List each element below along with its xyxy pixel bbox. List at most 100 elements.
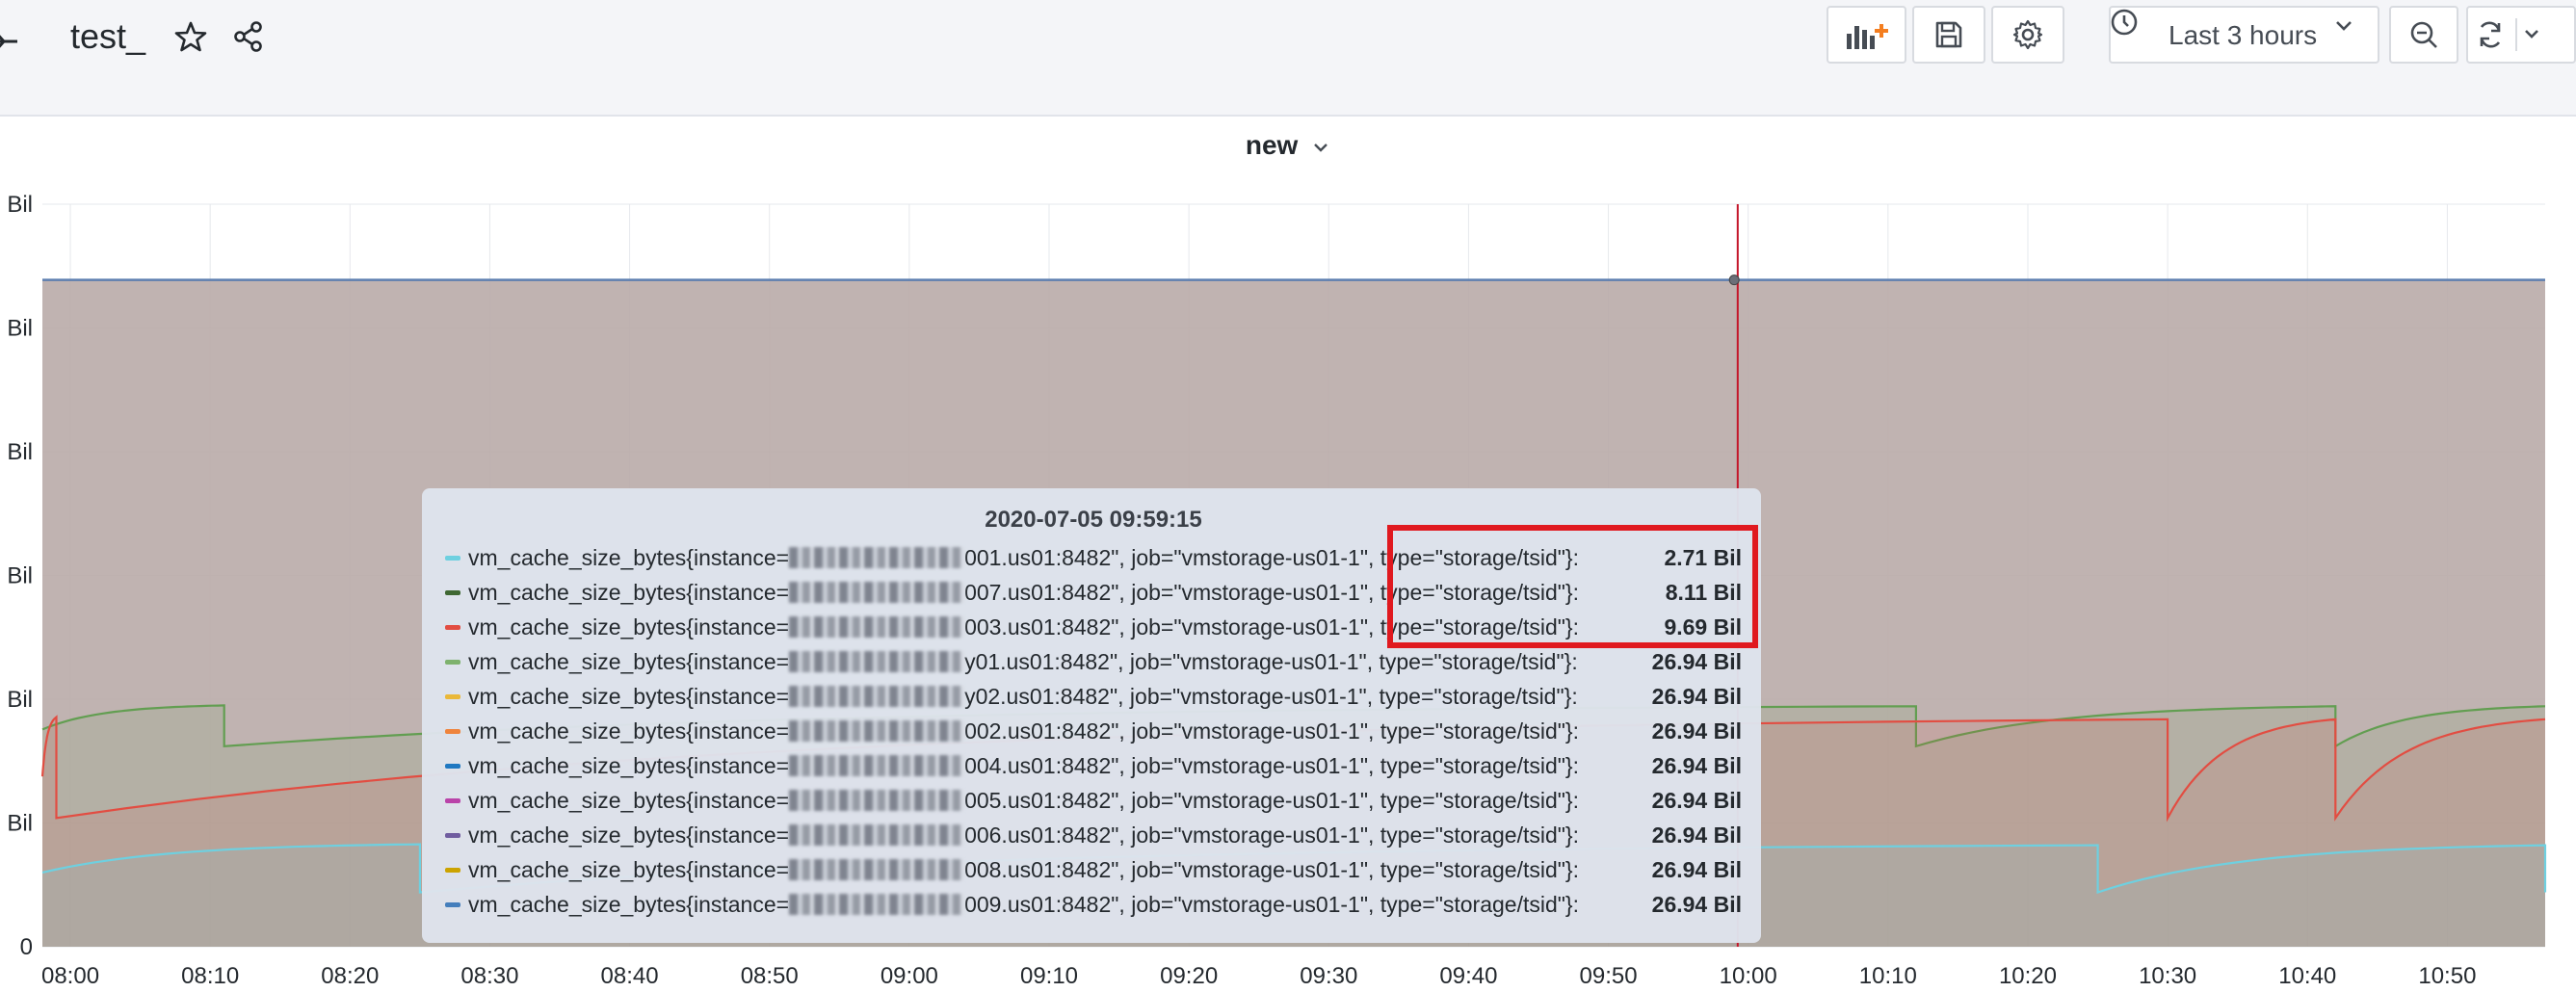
series-color-swatch	[445, 868, 460, 873]
save-dashboard-button[interactable]	[1912, 6, 1985, 64]
cursor-point	[1728, 274, 1740, 286]
time-range-picker[interactable]: Last 3 hours	[2109, 6, 2379, 64]
x-tick-label: 08:20	[321, 963, 379, 989]
series-color-swatch	[445, 694, 460, 699]
series-name-suffix: y01.us01:8482", job="vmstorage-us01-1", …	[964, 649, 1578, 674]
redacted-instance	[789, 823, 965, 846]
tooltip-row: vm_cache_size_bytes{instance= 009.us01:84…	[445, 887, 1742, 922]
series-color-swatch	[445, 902, 460, 907]
refresh-icon	[2480, 18, 2538, 51]
x-tick-label: 10:30	[2139, 963, 2196, 989]
series-name: vm_cache_size_bytes{instance= y02.us01:84…	[468, 679, 1578, 714]
add-panel-button[interactable]	[1827, 6, 1906, 64]
redacted-instance	[789, 546, 965, 568]
series-name-prefix: vm_cache_size_bytes{instance=	[468, 614, 790, 640]
series-name-suffix: 002.us01:8482", job="vmstorage-us01-1", …	[964, 718, 1579, 744]
dashboard-navbar: test_ Last 3 hours	[0, 0, 2576, 117]
x-tick-label: 08:50	[741, 963, 799, 989]
add-panel-icon	[1846, 24, 1888, 49]
series-value: 26.94 Bil	[1651, 649, 1742, 674]
series-name: vm_cache_size_bytes{instance= y01.us01:84…	[468, 644, 1578, 679]
redacted-instance	[789, 581, 965, 603]
y-tick-label: Bil	[7, 687, 33, 713]
series-value: 26.94 Bil	[1651, 718, 1742, 744]
series-name-suffix: 008.us01:8482", job="vmstorage-us01-1", …	[964, 857, 1579, 882]
series-name-suffix: y02.us01:8482", job="vmstorage-us01-1", …	[964, 684, 1578, 709]
share-icon[interactable]	[231, 19, 266, 54]
series-name-suffix: 009.us01:8482", job="vmstorage-us01-1", …	[964, 892, 1579, 917]
x-tick-label: 09:30	[1300, 963, 1357, 989]
y-tick-label: 0	[20, 934, 33, 960]
settings-button[interactable]	[1991, 6, 2064, 64]
series-color-swatch	[445, 798, 460, 803]
panel-title[interactable]: new	[0, 126, 2576, 165]
x-tick-label: 10:00	[1720, 963, 1777, 989]
y-tick-label: Bil	[7, 439, 33, 465]
tooltip-row: vm_cache_size_bytes{instance= 004.us01:84…	[445, 748, 1742, 783]
x-tick-label: 10:50	[2418, 963, 2476, 989]
redacted-instance	[789, 650, 965, 672]
x-tick-label: 09:00	[881, 963, 938, 989]
tooltip-row: vm_cache_size_bytes{instance= 002.us01:84…	[445, 714, 1742, 748]
series-color-swatch	[445, 660, 460, 665]
series-value: 26.94 Bil	[1651, 892, 1742, 917]
redacted-instance	[789, 789, 965, 811]
x-tick-label: 08:30	[460, 963, 518, 989]
back-arrow-icon[interactable]	[0, 29, 25, 54]
tooltip-row: vm_cache_size_bytes{instance= y02.us01:84…	[445, 679, 1742, 714]
zoom-out-icon	[2410, 21, 2437, 48]
series-color-swatch	[445, 556, 460, 561]
refresh-button[interactable]	[2466, 6, 2576, 64]
x-tick-label: 08:10	[181, 963, 239, 989]
redacted-instance	[789, 719, 965, 742]
series-name-prefix: vm_cache_size_bytes{instance=	[468, 545, 790, 570]
y-tick-label: Bil	[7, 192, 33, 218]
series-name-prefix: vm_cache_size_bytes{instance=	[468, 892, 790, 917]
series-value: 26.94 Bil	[1651, 822, 1742, 848]
series-value: 26.94 Bil	[1651, 684, 1742, 709]
series-color-swatch	[445, 625, 460, 630]
series-name: vm_cache_size_bytes{instance= 008.us01:84…	[468, 852, 1579, 887]
time-range-label: Last 3 hours	[2169, 20, 2318, 50]
series-name-prefix: vm_cache_size_bytes{instance=	[468, 822, 790, 848]
chevron-down-icon	[1314, 143, 1327, 152]
series-name: vm_cache_size_bytes{instance= 009.us01:84…	[468, 887, 1579, 922]
x-tick-label: 09:50	[1580, 963, 1638, 989]
series-color-swatch	[445, 764, 460, 769]
y-axis: Bil Bil Bil Bil Bil Bil 0	[7, 192, 33, 960]
x-tick-label: 10:40	[2278, 963, 2336, 989]
tooltip-row: vm_cache_size_bytes{instance= 008.us01:84…	[445, 852, 1742, 887]
redacted-instance	[789, 754, 965, 776]
series-name: vm_cache_size_bytes{instance= 006.us01:84…	[468, 818, 1579, 852]
redacted-instance	[789, 685, 965, 707]
chevron-down-icon	[2336, 21, 2352, 31]
x-tick-label: 09:40	[1439, 963, 1497, 989]
series-name-prefix: vm_cache_size_bytes{instance=	[468, 718, 790, 744]
series-name-suffix: 006.us01:8482", job="vmstorage-us01-1", …	[964, 822, 1579, 848]
series-value: 26.94 Bil	[1651, 753, 1742, 778]
series-name-suffix: 004.us01:8482", job="vmstorage-us01-1", …	[964, 753, 1579, 778]
zoom-out-button[interactable]	[2389, 6, 2458, 64]
redacted-instance	[789, 893, 965, 915]
series-name: vm_cache_size_bytes{instance= 004.us01:84…	[468, 748, 1579, 783]
panel-title-text: new	[1245, 130, 1299, 160]
y-tick-label: Bil	[7, 563, 33, 589]
annotation-highlight-box	[1387, 525, 1758, 648]
series-name-prefix: vm_cache_size_bytes{instance=	[468, 580, 790, 605]
x-tick-label: 10:10	[1859, 963, 1917, 989]
series-value: 26.94 Bil	[1651, 788, 1742, 813]
series-color-swatch	[445, 833, 460, 838]
star-icon[interactable]	[173, 19, 208, 54]
series-name: vm_cache_size_bytes{instance= 002.us01:84…	[468, 714, 1579, 748]
x-tick-label: 10:20	[1999, 963, 2057, 989]
series-name-prefix: vm_cache_size_bytes{instance=	[468, 649, 790, 674]
x-tick-label: 09:20	[1160, 963, 1218, 989]
series-name-prefix: vm_cache_size_bytes{instance=	[468, 753, 790, 778]
tooltip-row: vm_cache_size_bytes{instance= y01.us01:84…	[445, 644, 1742, 679]
dashboard-title[interactable]: test_	[70, 15, 145, 58]
y-tick-label: Bil	[7, 316, 33, 342]
redacted-instance	[789, 615, 965, 638]
settings-icon	[2012, 19, 2043, 50]
series-name: vm_cache_size_bytes{instance= 005.us01:84…	[468, 783, 1579, 818]
x-axis: 08:00 08:10 08:20 08:30 08:40 08:50 09:00 09:10…	[41, 963, 2476, 989]
